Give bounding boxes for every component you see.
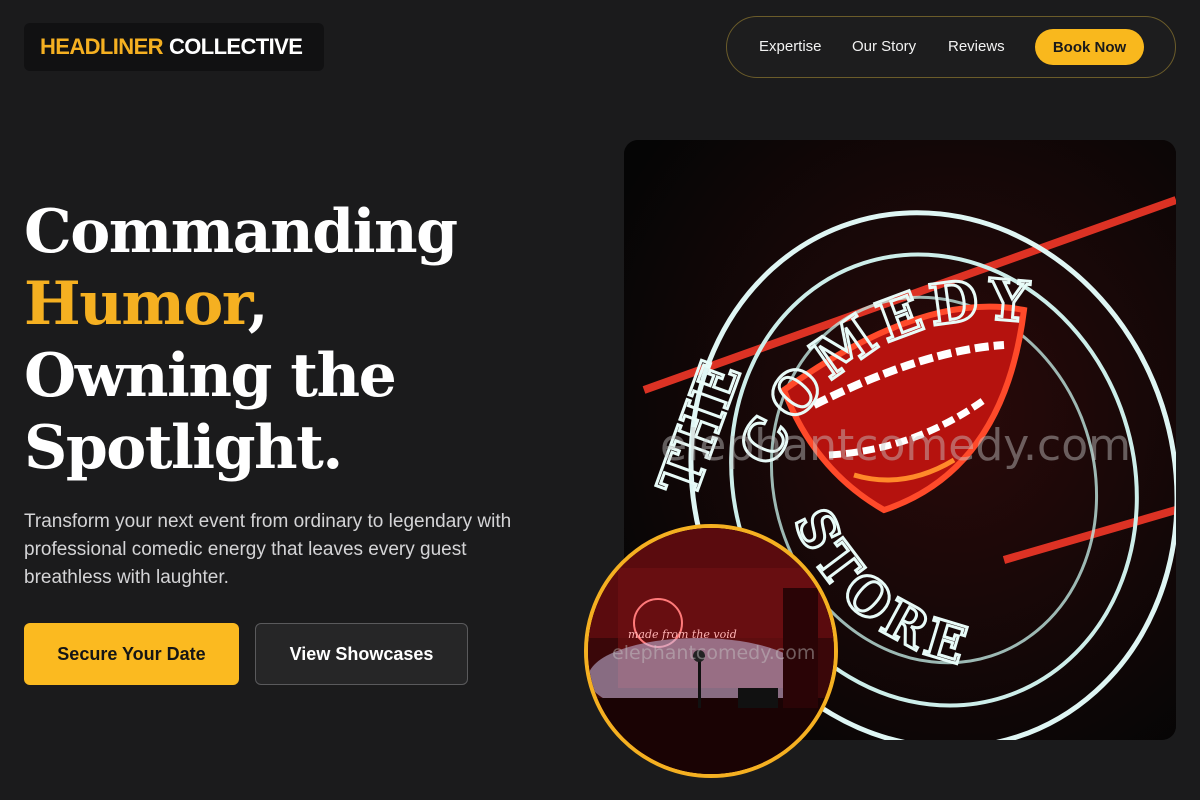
hero-headline: Commanding Humor, Owning the Spotlight. — [24, 196, 584, 484]
brand-logo[interactable]: HEADLINER COLLECTIVE — [24, 23, 324, 71]
nav-link-reviews[interactable]: Reviews — [948, 17, 1005, 77]
landing-page: HEADLINER COLLECTIVE Expertise Our Story… — [0, 0, 1200, 800]
nav-link-expertise[interactable]: Expertise — [759, 17, 822, 77]
headline-line-4: Spotlight. — [24, 413, 343, 483]
view-showcases-button[interactable]: View Showcases — [255, 623, 468, 685]
watermark-inset: elephantcomedy.com — [612, 642, 816, 664]
brand-name-accent: HEADLINER — [40, 34, 164, 59]
book-now-button[interactable]: Book Now — [1035, 29, 1144, 65]
headline-line-1: Commanding — [24, 197, 458, 267]
headline-highlight: Humor — [24, 269, 249, 339]
secure-date-button[interactable]: Secure Your Date — [24, 623, 239, 685]
headline-comma: , — [247, 269, 269, 339]
main-nav: Expertise Our Story Reviews Book Now — [726, 16, 1176, 78]
nav-link-our-story[interactable]: Our Story — [852, 17, 916, 77]
watermark-main: elephantcomedy.com — [660, 420, 1131, 471]
brand-name-rest: COLLECTIVE — [168, 34, 303, 59]
headline-line-3: Owning the — [24, 341, 397, 411]
hero-subtext: Transform your next event from ordinary … — [24, 511, 512, 588]
